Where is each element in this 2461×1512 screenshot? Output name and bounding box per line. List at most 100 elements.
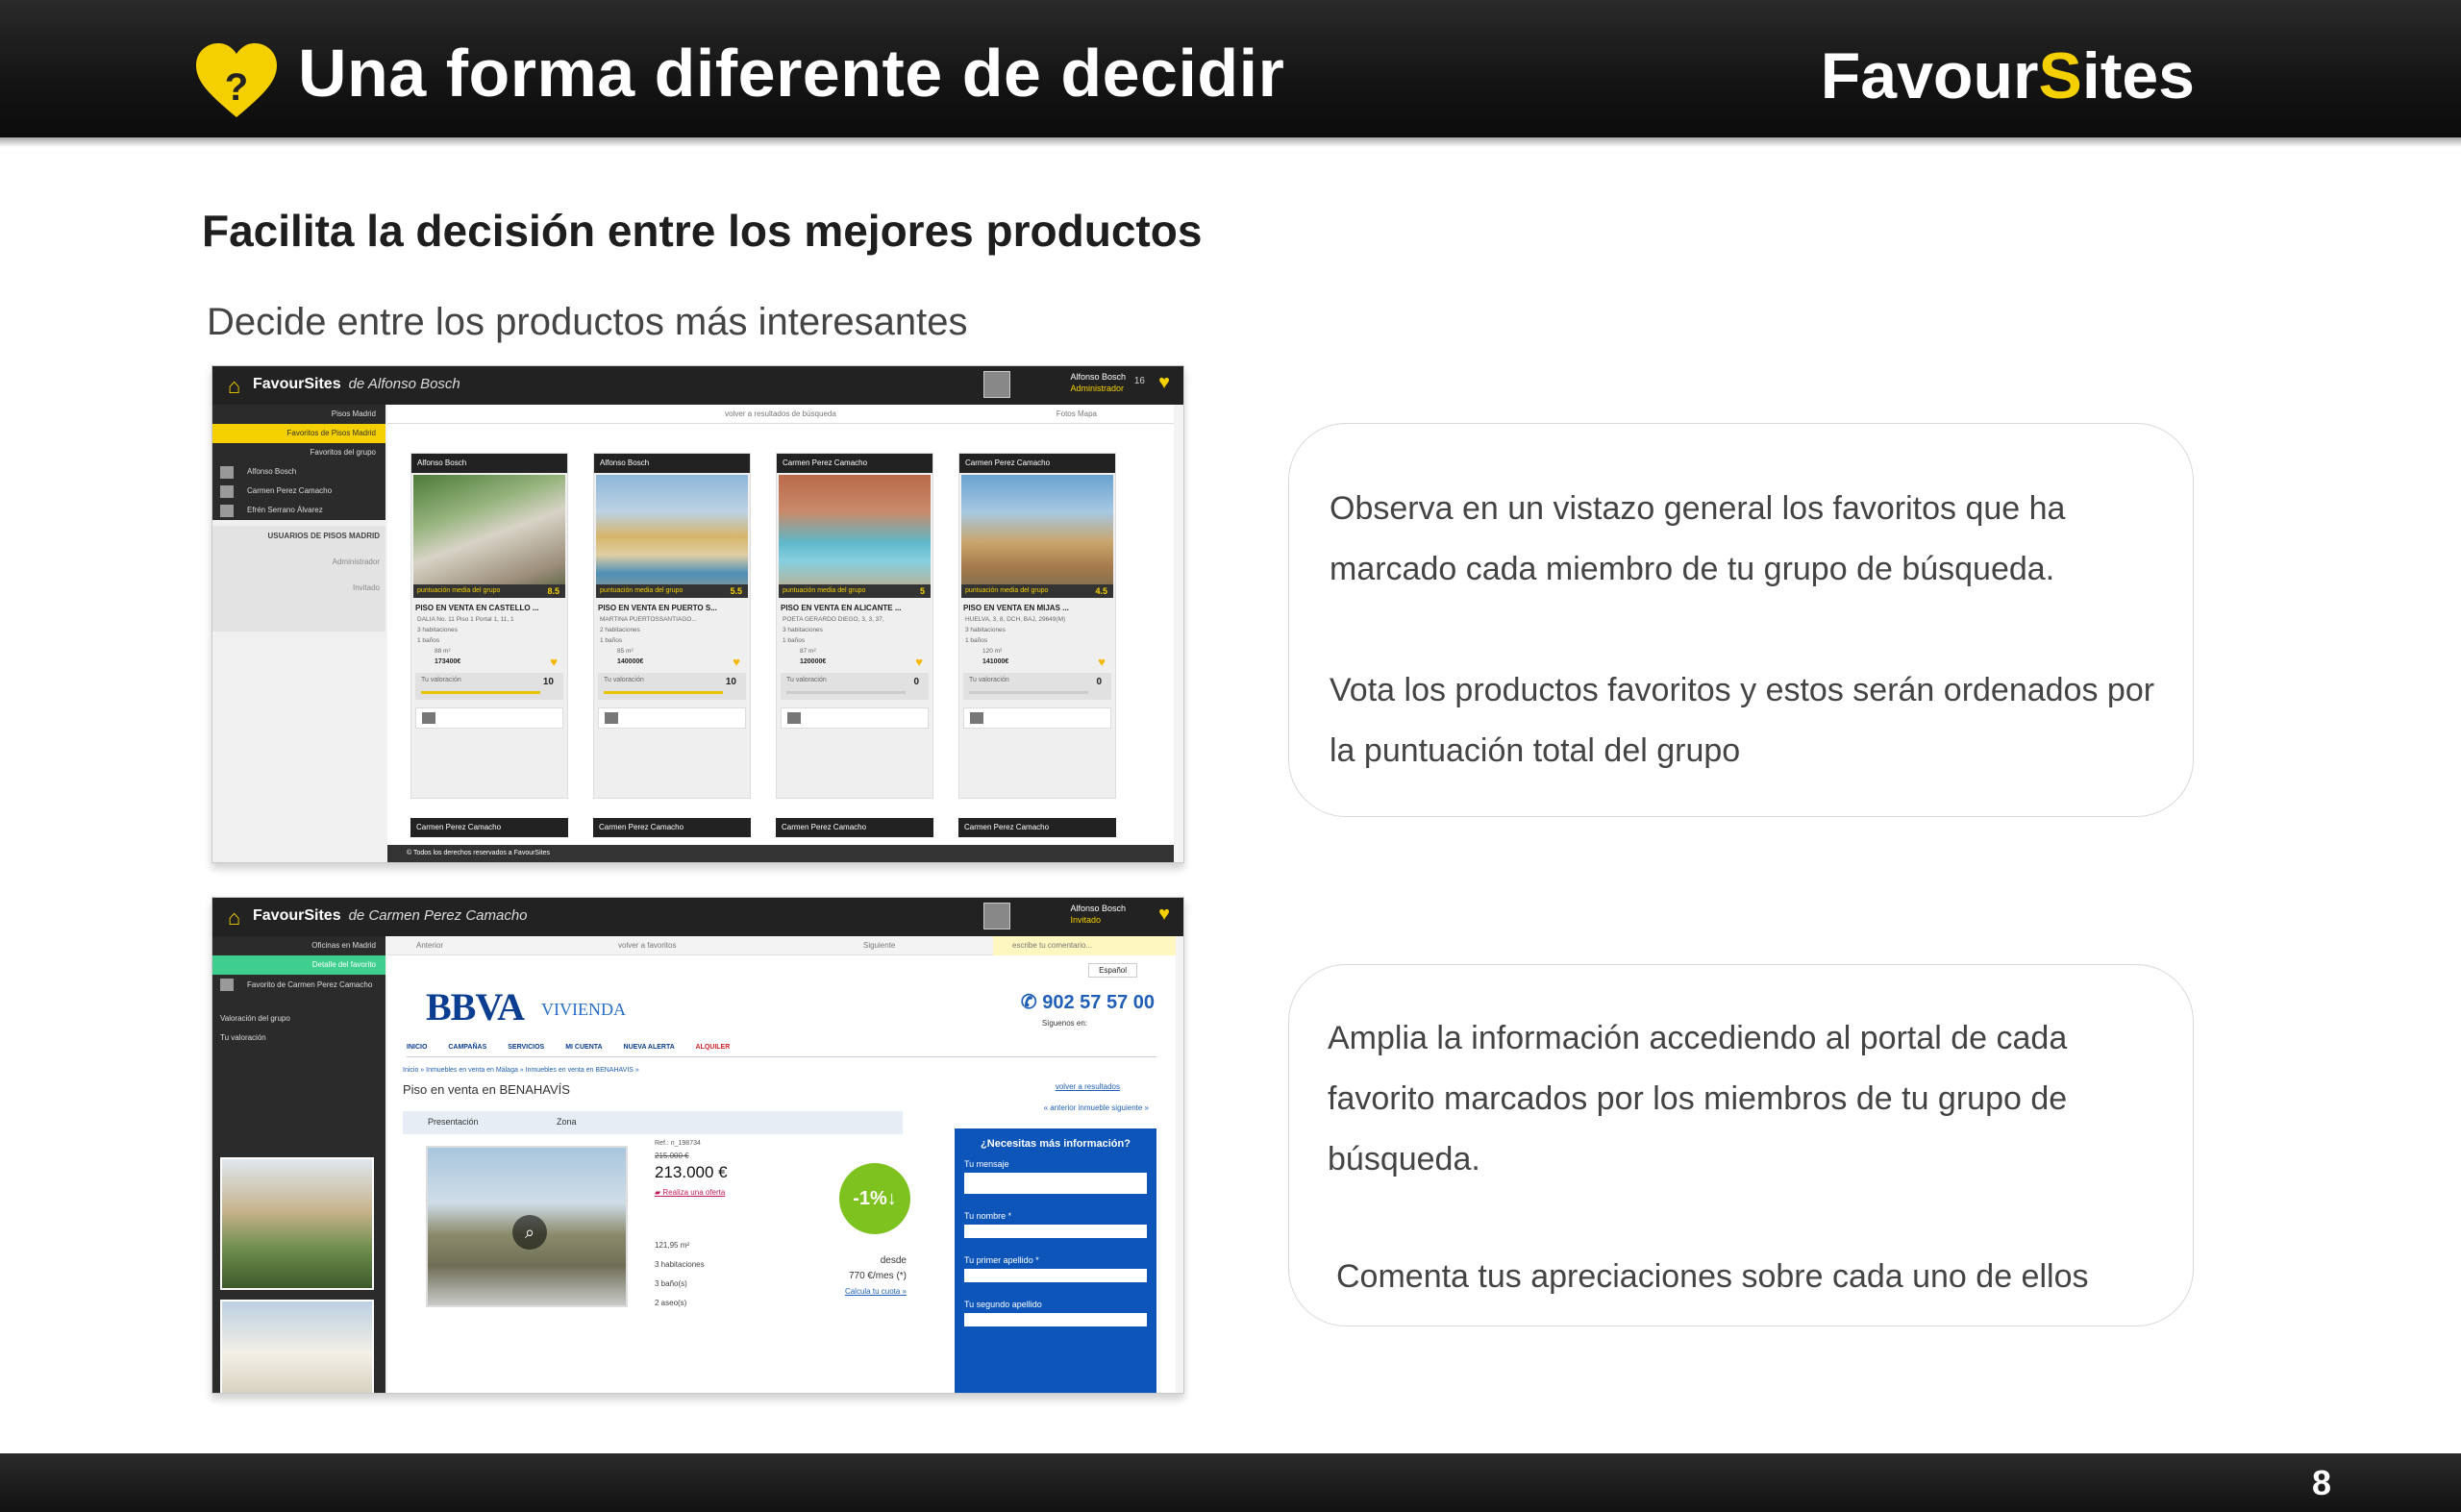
bbva-logo[interactable]: BBVA (426, 984, 525, 1029)
card-address: DALIA No. 11 Piso 1 Portal 1, 11, 1 (417, 616, 514, 623)
breadcrumb[interactable]: Inicio » Inmuebles en venta en Málaga » … (403, 1067, 639, 1074)
comment-input[interactable] (963, 707, 1111, 729)
menu-item[interactable]: CAMPAÑAS (448, 1044, 486, 1051)
calc-link[interactable]: Calcula tu cuota » (772, 1284, 907, 1300)
home-icon[interactable]: ⌂ (228, 374, 240, 399)
sidebar-item-offices[interactable]: Oficinas en Madrid (212, 936, 385, 955)
menu-item[interactable]: SERVICIOS (508, 1044, 544, 1051)
app-title: FavourSites de Alfonso Bosch (253, 376, 460, 392)
message-field[interactable] (964, 1173, 1147, 1194)
callout-favorites-overview: Observa en un vistazo general los favori… (1288, 423, 2194, 817)
comment-input[interactable]: escribe tu comentario... (993, 936, 1176, 955)
card-area: 120 m² (982, 648, 1003, 655)
sidebar-item-member[interactable]: Efrén Serrano Álvarez (212, 501, 385, 520)
sidebar-item-member[interactable]: Alfonso Bosch (212, 462, 385, 482)
sidebar-item-favorite-detail[interactable]: Detalle del favorito (212, 955, 385, 975)
menu-item[interactable]: MI CUENTA (565, 1044, 602, 1051)
card-owner: Carmen Perez Camacho (776, 818, 933, 837)
property-photo[interactable]: puntuación media del grupo 8.5 (413, 475, 565, 598)
vote-slider[interactable]: Tu valoración 0 (963, 673, 1111, 700)
heart-icon[interactable]: ♥ (1098, 655, 1106, 669)
prev-next-links[interactable]: « anterior inmueble siguiente » (1044, 1103, 1149, 1112)
back-to-results-link[interactable]: volver a resultados de búsqueda Fotos Map… (387, 405, 1174, 424)
heart-icon[interactable]: ♥ (915, 655, 923, 669)
bbva-vivienda: VIVIENDA (541, 1000, 626, 1019)
sidebar-item-group-favorites[interactable]: Favoritos del grupo (212, 443, 385, 462)
card-owner: Alfonso Bosch (411, 454, 567, 473)
property-photo[interactable]: puntuación media del grupo 5.5 (596, 475, 748, 598)
card-baths: 1 baños (600, 637, 623, 644)
your-rating-slider[interactable]: Tu valoración (212, 1029, 385, 1048)
card-title[interactable]: PISO EN VENTA EN PUERTO S... (594, 600, 750, 614)
tab-zone[interactable]: Zona (557, 1117, 577, 1127)
card-price: 140000€ ♥ (617, 655, 740, 669)
card-price: 141000€ ♥ (982, 655, 1106, 669)
home-icon[interactable]: ⌂ (228, 905, 240, 930)
members-panel: USUARIOS DE PISOS MADRID Administrador I… (212, 526, 385, 632)
embedded-portal: Anterior volver a favoritos Siguiente es… (387, 936, 1176, 1393)
favorite-card[interactable]: Carmen Perez Camacho puntuación media de… (958, 453, 1116, 799)
zoom-icon[interactable]: ⌕ (512, 1215, 547, 1250)
card-owner: Alfonso Bosch (594, 454, 750, 473)
view-toggle[interactable]: Fotos Mapa (1056, 405, 1097, 424)
sidebar-item-favorites[interactable]: Favoritos de Pisos Madrid (212, 424, 385, 443)
menu-item[interactable]: INICIO (407, 1044, 427, 1051)
page-title: Facilita la decisión entre los mejores p… (202, 206, 1203, 256)
heart-icon[interactable]: ♥ (733, 655, 740, 669)
property-price: 213.000 € (655, 1163, 728, 1181)
sidebar-item-member[interactable]: Carmen Perez Camacho (212, 482, 385, 501)
card-rooms: 3 habitaciones (965, 627, 1006, 633)
back-results-link[interactable]: volver a resultados (1056, 1082, 1120, 1091)
property-thumbnail[interactable] (220, 1157, 374, 1290)
property-photo[interactable]: ⌕ (426, 1146, 628, 1307)
comment-input[interactable] (598, 707, 746, 729)
monthly-payment: desde 770 €/mes (*) Calcula tu cuota » (772, 1253, 907, 1300)
vote-slider[interactable]: Tu valoración 0 (781, 673, 929, 700)
property-thumbnail[interactable] (220, 1300, 374, 1393)
heart-icon[interactable]: ♥ (1158, 372, 1170, 394)
make-offer-link[interactable]: ▰ Realiza una oferta (655, 1188, 725, 1197)
card-address: MARTINA PUERTOSSANTIAGO... (600, 616, 697, 623)
surname2-field[interactable] (964, 1313, 1147, 1326)
vote-slider[interactable]: Tu valoración 10 (415, 673, 563, 700)
bbva-menu: INICIO CAMPAÑAS SERVICIOS MI CUENTA NUEV… (407, 1044, 1156, 1057)
language-select[interactable]: Español (1088, 963, 1137, 978)
avatar (220, 485, 234, 498)
property-photo[interactable]: puntuación media del grupo 5 (779, 475, 931, 598)
comment-input[interactable] (415, 707, 563, 729)
favorite-card[interactable]: Alfonso Bosch puntuación media del grupo… (593, 453, 751, 799)
comment-input[interactable] (781, 707, 929, 729)
tab-presentation[interactable]: Presentación (428, 1117, 479, 1127)
heart-icon[interactable]: ♥ (1158, 904, 1170, 926)
next-link[interactable]: Siguiente (863, 936, 895, 955)
card-title[interactable]: PISO EN VENTA EN MIJAS ... (959, 600, 1115, 614)
sidebar: Oficinas en Madrid Detalle del favorito … (212, 936, 385, 1393)
favorite-card[interactable]: Alfonso Bosch puntuación media del grupo… (410, 453, 568, 799)
group-score: puntuación media del grupo 4.5 (961, 584, 1113, 598)
prev-link[interactable]: Anterior (416, 936, 443, 955)
user-info: Alfonso Bosch Administrador (1070, 372, 1126, 393)
menu-item[interactable]: NUEVA ALERTA (624, 1044, 675, 1051)
menu-item[interactable]: ALQUILER (695, 1044, 730, 1051)
surname1-field[interactable] (964, 1269, 1147, 1282)
bottom-bar: 8 (0, 1453, 2461, 1512)
group-score: puntuación media del grupo 5 (779, 584, 931, 598)
page-number: 8 (2311, 1463, 2331, 1502)
favorite-card[interactable]: Carmen Perez Camacho puntuación media de… (776, 453, 933, 799)
back-to-favorites-link[interactable]: volver a favoritos (618, 936, 676, 955)
property-photo[interactable]: puntuación media del grupo 4.5 (961, 475, 1113, 598)
avatar (220, 979, 234, 991)
card-title[interactable]: PISO EN VENTA EN ALICANTE ... (777, 600, 932, 614)
vote-slider[interactable]: Tu valoración 10 (598, 673, 746, 700)
card-area: 88 m² (435, 648, 451, 655)
sidebar: Pisos Madrid Favoritos de Pisos Madrid F… (212, 405, 385, 862)
sidebar-item-pisos-madrid[interactable]: Pisos Madrid (212, 405, 385, 424)
old-price: 215.000 € (655, 1152, 689, 1160)
heart-icon[interactable]: ♥ (550, 655, 558, 669)
group-score: puntuación media del grupo 5.5 (596, 584, 748, 598)
card-title[interactable]: PISO EN VENTA EN CASTELLO ... (411, 600, 567, 614)
card-area: 87 m² (800, 648, 816, 655)
card-rooms: 3 habitaciones (417, 627, 458, 633)
name-field[interactable] (964, 1225, 1147, 1238)
slogan: Una forma diferente de decidir (298, 36, 1285, 111)
